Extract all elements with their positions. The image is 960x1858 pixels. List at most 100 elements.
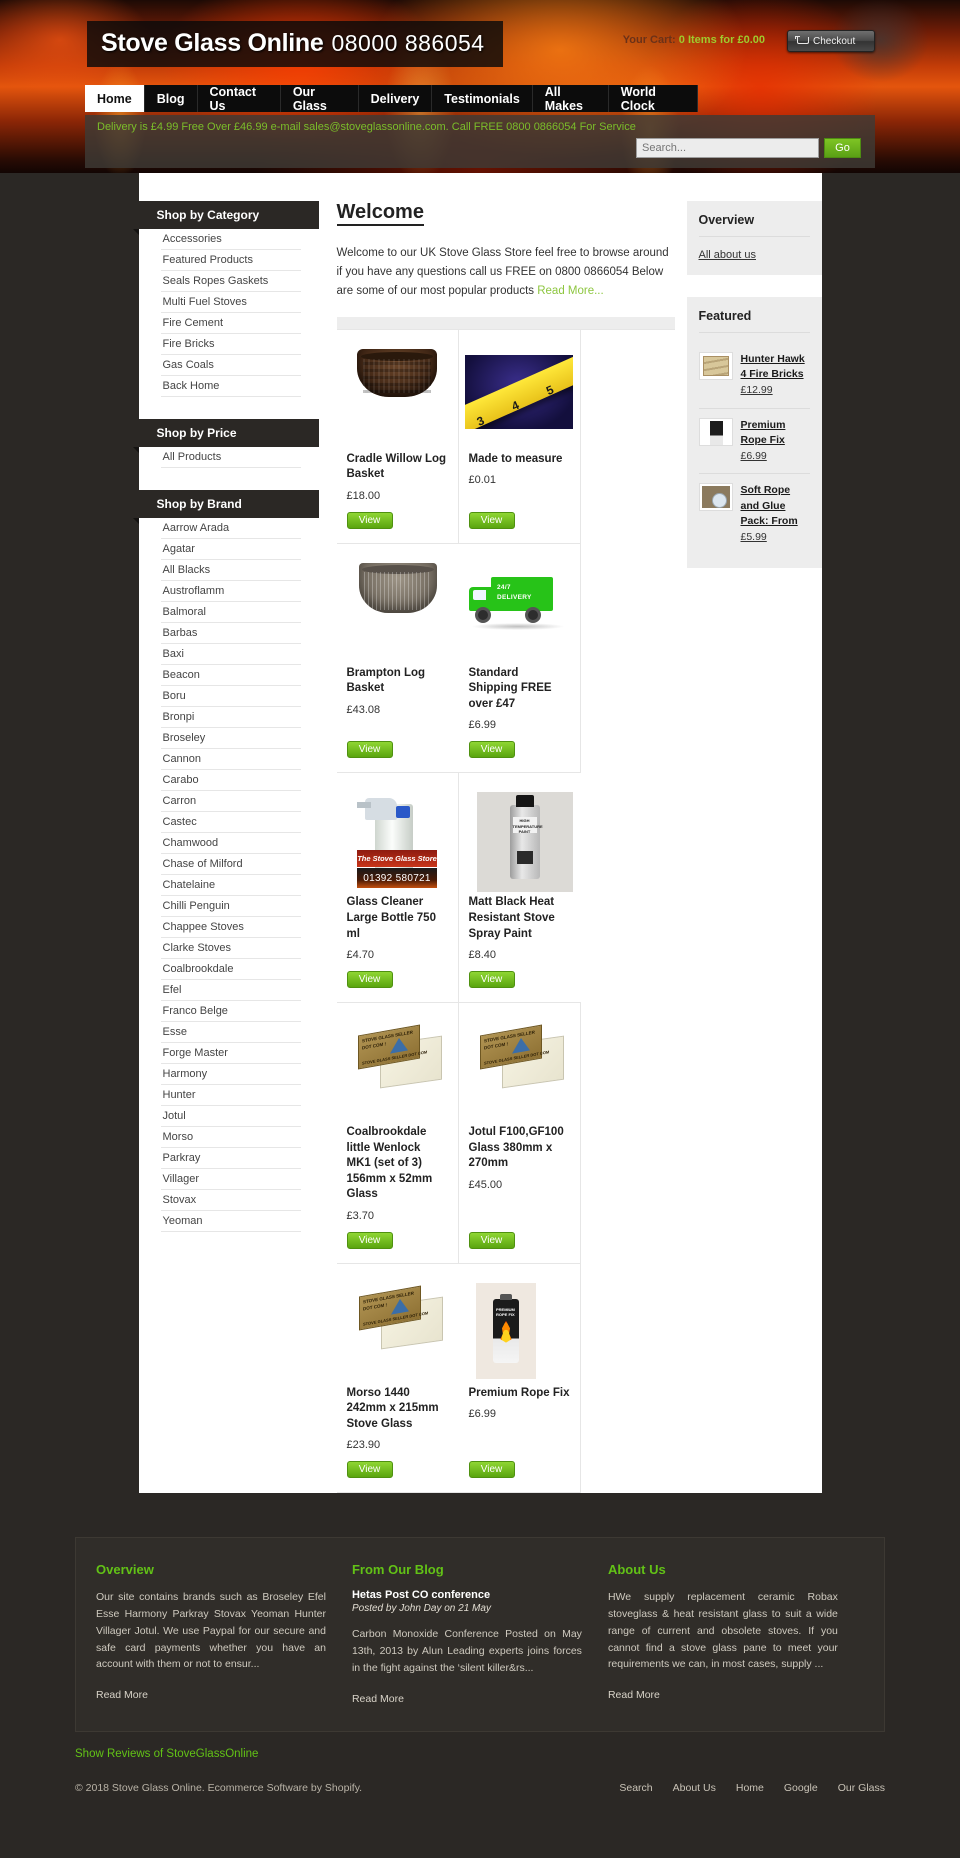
product-card[interactable]: Cradle Willow Log Basket £18.00 View — [336, 329, 459, 544]
product-card[interactable]: STOVE GLASS SELLER DOT COM ! STOVE GLASS S… — [458, 1003, 581, 1264]
view-button[interactable]: View — [468, 511, 515, 529]
nav-item-delivery[interactable]: Delivery — [359, 85, 433, 112]
sidebar-item-brand-harmony[interactable]: Harmony — [161, 1064, 301, 1084]
sidebar-item-brand-carabo[interactable]: Carabo — [161, 770, 301, 790]
nav-item-world-clock[interactable]: World Clock — [609, 85, 698, 113]
featured-item[interactable]: Premium Rope Fix £6.99 — [698, 409, 810, 475]
product-name[interactable]: Premium Rope Fix — [469, 1386, 570, 1402]
product-thumbnail[interactable]: HIGH TEMPERATURE PAINT — [469, 785, 573, 893]
sidebar-item-all-products[interactable]: All Products — [161, 447, 301, 467]
nav-item-testimonials[interactable]: Testimonials — [432, 85, 533, 112]
product-card[interactable]: Made to measure £0.01 View — [458, 329, 581, 544]
sidebar-item-brand-clarke-stoves[interactable]: Clarke Stoves — [161, 938, 301, 958]
sidebar-item-brand-cannon[interactable]: Cannon — [161, 749, 301, 769]
product-card[interactable]: The Stove Glass Store 01392 580721 Glass C… — [336, 773, 459, 1004]
product-thumbnail[interactable]: 24/7 DELIVERY — [469, 556, 570, 656]
sidebar-item-brand-jotul[interactable]: Jotul — [161, 1106, 301, 1126]
footer-link-search[interactable]: Search — [619, 1782, 652, 1794]
featured-product-price[interactable]: £5.99 — [741, 530, 810, 545]
footer-blog-read-more[interactable]: Read More — [352, 1693, 404, 1705]
featured-product-link[interactable]: Soft Rope and Glue Pack: From — [741, 483, 810, 529]
site-logo[interactable]: Stove Glass Online 08000 886054 — [87, 21, 503, 67]
featured-item[interactable]: Hunter Hawk 4 Fire Bricks £12.99 — [698, 343, 810, 409]
sidebar-item-brand-esse[interactable]: Esse — [161, 1022, 301, 1042]
sidebar-item-brand-aarrow-arada[interactable]: Aarrow Arada — [161, 518, 301, 538]
all-about-us-link[interactable]: All about us — [699, 249, 756, 261]
sidebar-item-fire-bricks[interactable]: Fire Bricks — [161, 334, 301, 354]
product-name[interactable]: Jotul F100,GF100 Glass 380mm x 270mm — [469, 1125, 570, 1172]
sidebar-item-brand-bronpi[interactable]: Bronpi — [161, 707, 301, 727]
sidebar-item-multi-fuel-stoves[interactable]: Multi Fuel Stoves — [161, 292, 301, 312]
view-button[interactable]: View — [346, 511, 393, 529]
footer-link-home[interactable]: Home — [736, 1782, 764, 1794]
view-button[interactable]: View — [468, 741, 515, 759]
sidebar-item-brand-stovax[interactable]: Stovax — [161, 1190, 301, 1210]
footer-overview-read-more[interactable]: Read More — [96, 1689, 148, 1701]
sidebar-item-brand-franco-belge[interactable]: Franco Belge — [161, 1001, 301, 1021]
sidebar-item-fire-cement[interactable]: Fire Cement — [161, 313, 301, 333]
footer-link-google[interactable]: Google — [784, 1782, 818, 1794]
search-go-button[interactable]: Go — [824, 138, 861, 158]
sidebar-item-brand-chappee-stoves[interactable]: Chappee Stoves — [161, 917, 301, 937]
product-card[interactable]: STOVE GLASS SELLER DOT COM ! STOVE GLASS S… — [336, 1003, 459, 1264]
sidebar-item-brand-chamwood[interactable]: Chamwood — [161, 833, 301, 853]
product-card[interactable]: 24/7 DELIVERY Standard Shipping FREE over … — [458, 543, 581, 774]
product-card[interactable]: Brampton Log Basket £43.08 View — [336, 544, 459, 774]
sidebar-item-brand-boru[interactable]: Boru — [161, 686, 301, 706]
product-name[interactable]: Made to measure — [469, 452, 570, 468]
sidebar-item-brand-barbas[interactable]: Barbas — [161, 623, 301, 643]
nav-item-all-makes[interactable]: All Makes — [533, 85, 609, 113]
product-name[interactable]: Morso 1440 242mm x 215mm Stove Glass — [347, 1386, 449, 1433]
product-card[interactable]: PREMIUM ROPE FIX Premium Rope Fix £6.99 View — [458, 1263, 581, 1494]
sidebar-item-seals-ropes-gaskets[interactable]: Seals Ropes Gaskets — [161, 271, 301, 291]
product-thumbnail[interactable] — [465, 342, 573, 442]
product-name[interactable]: Coalbrookdale little Wenlock MK1 (set of… — [347, 1125, 448, 1203]
product-name[interactable]: Standard Shipping FREE over £47 — [469, 666, 570, 713]
search-input[interactable] — [636, 138, 819, 158]
product-thumbnail[interactable]: PREMIUM ROPE FIX — [469, 1276, 570, 1379]
sidebar-item-brand-coalbrookdale[interactable]: Coalbrookdale — [161, 959, 301, 979]
featured-item[interactable]: Soft Rope and Glue Pack: From £5.99 — [698, 474, 810, 554]
view-button[interactable]: View — [468, 971, 515, 989]
view-button[interactable]: View — [346, 741, 393, 759]
sidebar-item-brand-hunter[interactable]: Hunter — [161, 1085, 301, 1105]
view-button[interactable]: View — [346, 971, 393, 989]
sidebar-item-brand-baxi[interactable]: Baxi — [161, 644, 301, 664]
featured-product-link[interactable]: Premium Rope Fix — [741, 418, 810, 448]
featured-product-link[interactable]: Hunter Hawk 4 Fire Bricks — [741, 352, 810, 382]
sidebar-item-accessories[interactable]: Accessories — [161, 229, 301, 249]
sidebar-item-brand-chase-of-milford[interactable]: Chase of Milford — [161, 854, 301, 874]
sidebar-item-back-home[interactable]: Back Home — [161, 376, 301, 396]
view-button[interactable]: View — [468, 1461, 515, 1479]
sidebar-item-brand-parkray[interactable]: Parkray — [161, 1148, 301, 1168]
sidebar-item-brand-villager[interactable]: Villager — [161, 1169, 301, 1189]
product-thumbnail[interactable]: The Stove Glass Store 01392 580721 — [347, 785, 448, 889]
checkout-button[interactable]: Checkout — [787, 30, 875, 52]
nav-item-blog[interactable]: Blog — [145, 85, 198, 112]
product-card[interactable]: STOVE GLASS SELLER DOT COM ! STOVE GLASS S… — [336, 1264, 459, 1494]
sidebar-item-featured-products[interactable]: Featured Products — [161, 250, 301, 270]
sidebar-item-brand-austroflamm[interactable]: Austroflamm — [161, 581, 301, 601]
sidebar-item-brand-chatelaine[interactable]: Chatelaine — [161, 875, 301, 895]
sidebar-item-gas-coals[interactable]: Gas Coals — [161, 355, 301, 375]
sidebar-item-brand-carron[interactable]: Carron — [161, 791, 301, 811]
sidebar-item-brand-efel[interactable]: Efel — [161, 980, 301, 1000]
sidebar-item-brand-beacon[interactable]: Beacon — [161, 665, 301, 685]
featured-product-price[interactable]: £6.99 — [741, 449, 810, 464]
product-name[interactable]: Cradle Willow Log Basket — [347, 452, 448, 483]
sidebar-item-brand-yeoman[interactable]: Yeoman — [161, 1211, 301, 1231]
sidebar-item-brand-balmoral[interactable]: Balmoral — [161, 602, 301, 622]
nav-item-home[interactable]: Home — [85, 85, 145, 112]
product-card[interactable]: HIGH TEMPERATURE PAINT Matt Black Heat Resi… — [458, 773, 581, 1004]
sidebar-item-brand-chilli-penguin[interactable]: Chilli Penguin — [161, 896, 301, 916]
sidebar-item-brand-agatar[interactable]: Agatar — [161, 539, 301, 559]
product-thumbnail[interactable] — [347, 342, 448, 442]
product-thumbnail[interactable]: STOVE GLASS SELLER DOT COM ! STOVE GLASS S… — [347, 1015, 448, 1115]
product-thumbnail[interactable] — [347, 556, 449, 656]
sidebar-item-brand-castec[interactable]: Castec — [161, 812, 301, 832]
featured-thumbnail[interactable] — [698, 483, 733, 512]
sidebar-item-brand-morso[interactable]: Morso — [161, 1127, 301, 1147]
nav-item-contact-us[interactable]: Contact Us — [198, 85, 281, 113]
show-reviews-link[interactable]: Show Reviews of StoveGlassOnline — [75, 1748, 258, 1760]
footer-about-read-more[interactable]: Read More — [608, 1689, 660, 1701]
